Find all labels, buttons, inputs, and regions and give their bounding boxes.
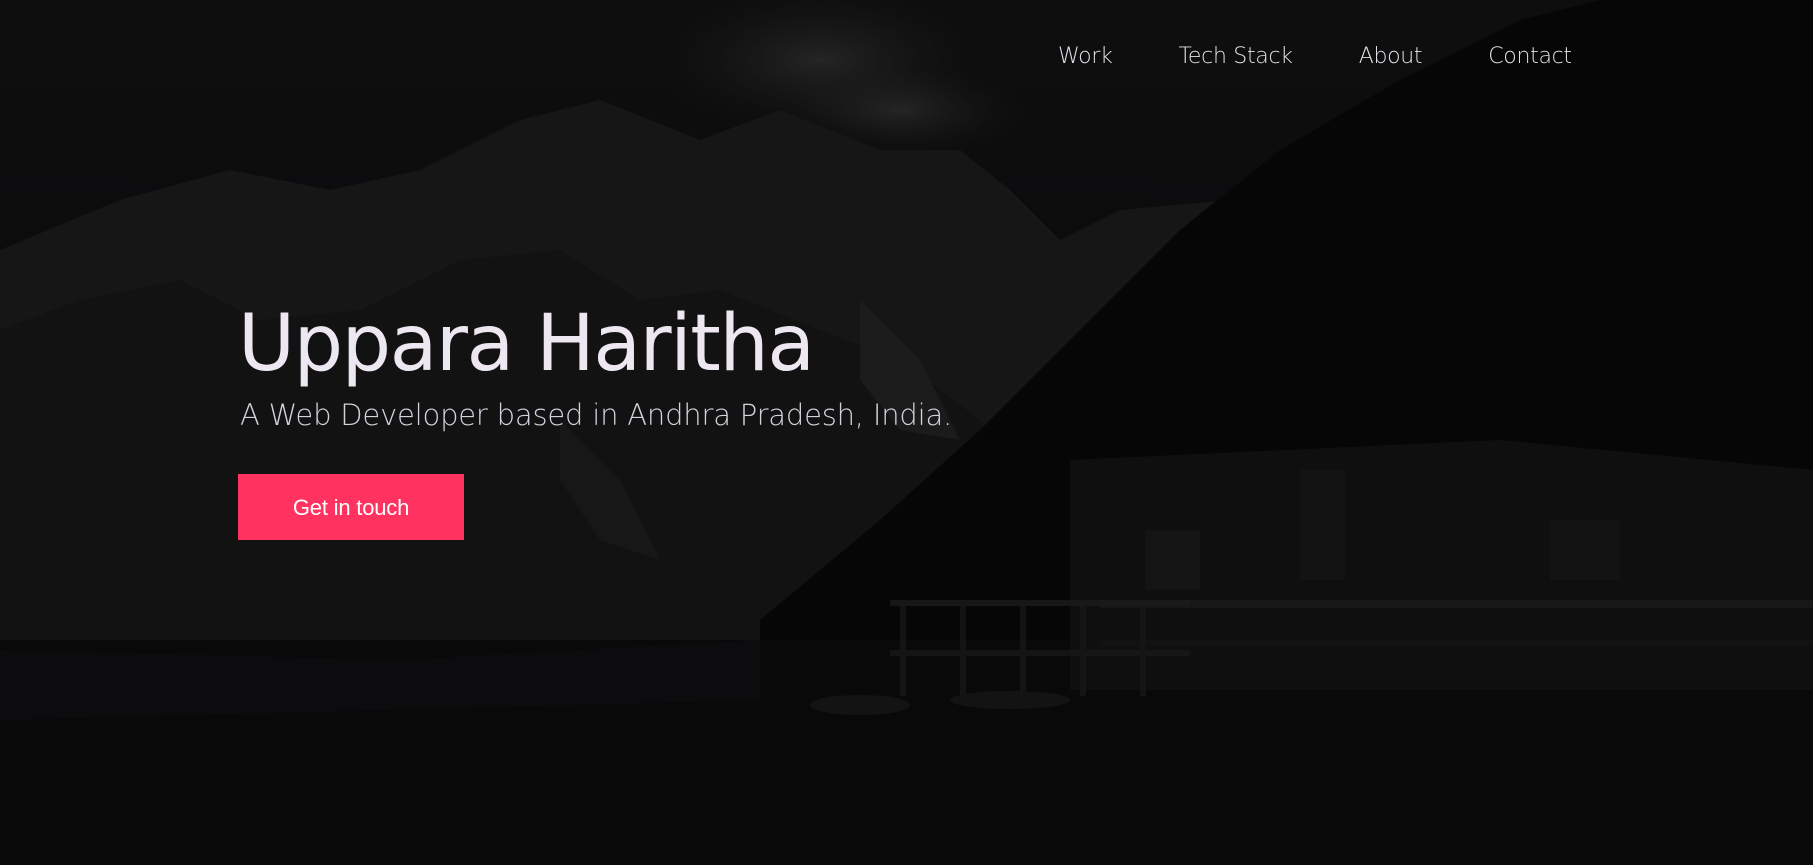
main-nav: Work Tech Stack About Contact [1058,44,1572,69]
hero-section: Work Tech Stack About Contact Uppara Har… [0,0,1813,865]
hero-subtitle: A Web Developer based in Andhra Pradesh,… [240,398,953,432]
nav-link-work[interactable]: Work [1058,44,1113,69]
hero-title: Uppara Haritha [238,299,815,389]
nav-link-contact[interactable]: Contact [1488,44,1572,69]
hero-content: Uppara Haritha A Web Developer based in … [238,296,952,540]
get-in-touch-button[interactable]: Get in touch [238,474,464,540]
nav-link-about[interactable]: About [1359,44,1423,69]
nav-link-tech-stack[interactable]: Tech Stack [1179,44,1293,69]
